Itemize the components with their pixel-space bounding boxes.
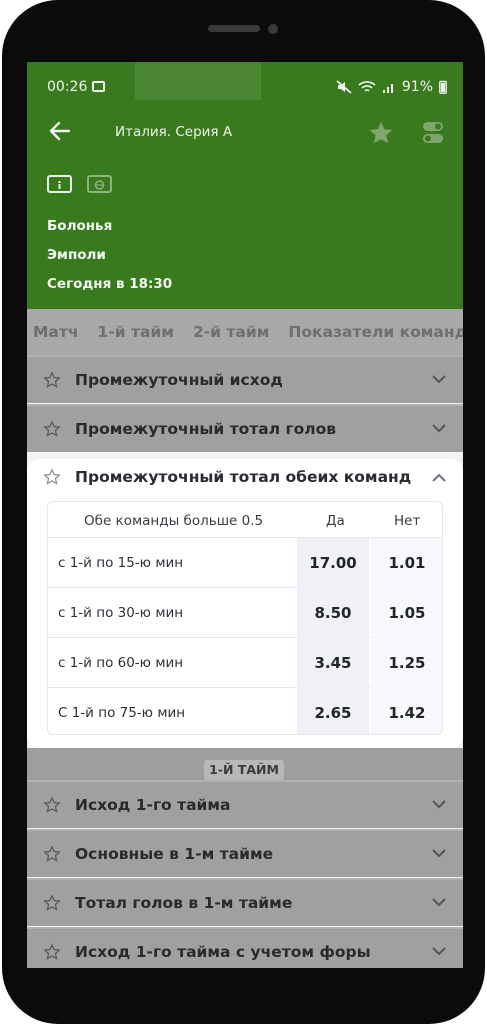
market-label: Исход 1-го тайма bbox=[75, 796, 231, 814]
market-label: Промежуточный исход bbox=[75, 371, 283, 389]
star-outline-icon[interactable] bbox=[43, 420, 61, 438]
info-view-icon[interactable] bbox=[47, 175, 72, 193]
favorite-star-icon[interactable] bbox=[367, 119, 395, 147]
market-row[interactable]: Основные в 1-м тайме bbox=[27, 829, 463, 877]
settings-toggles-icon[interactable] bbox=[423, 121, 443, 145]
star-outline-icon[interactable] bbox=[43, 845, 61, 863]
screen: 00:26 91% Италия. Серия А Болонья Эмполи… bbox=[27, 62, 463, 968]
row-label: с 1-й по 60-ю мин bbox=[58, 655, 184, 671]
match-header: 00:26 91% Италия. Серия А Болонья Эмполи… bbox=[27, 62, 463, 309]
table-row: С 1-й по 75-ю мин 2.65 1.42 bbox=[48, 688, 442, 734]
odd-yes-button[interactable]: 17.00 bbox=[297, 538, 369, 588]
chevron-down-icon bbox=[432, 375, 446, 384]
odd-no-button[interactable]: 1.42 bbox=[371, 688, 442, 734]
wifi-icon bbox=[358, 81, 376, 92]
market-label: Основные в 1-м тайме bbox=[75, 845, 274, 863]
odd-no-button[interactable]: 1.05 bbox=[371, 588, 442, 638]
row-label: с 1-й по 30-ю мин bbox=[58, 605, 184, 621]
table-row: с 1-й по 30-ю мин 8.50 1.05 bbox=[48, 588, 442, 638]
image-notification-icon bbox=[92, 81, 106, 92]
battery-icon bbox=[439, 80, 447, 94]
mute-icon bbox=[336, 80, 352, 94]
market-row[interactable]: Тотал голов в 1-м тайме bbox=[27, 878, 463, 926]
tab-second-half[interactable]: 2-й тайм bbox=[193, 323, 269, 341]
market-row[interactable]: Исход 1-го тайма с учетом форы bbox=[27, 927, 463, 968]
star-outline-icon[interactable] bbox=[43, 468, 61, 486]
blurred-area bbox=[135, 62, 261, 100]
away-team: Эмполи bbox=[47, 247, 106, 263]
market-label: Исход 1-го тайма с учетом форы bbox=[75, 943, 371, 961]
chevron-down-icon bbox=[432, 898, 446, 907]
odd-no-button[interactable]: 1.01 bbox=[371, 538, 442, 588]
view-switcher bbox=[47, 175, 112, 193]
market-label: Тотал голов в 1-м тайме bbox=[75, 894, 293, 912]
star-outline-icon[interactable] bbox=[43, 796, 61, 814]
market-tabs: Матч 1-й тайм 2-й тайм Показатели команд bbox=[27, 309, 463, 355]
tab-first-half[interactable]: 1-й тайм bbox=[98, 323, 174, 341]
market-row[interactable]: Исход 1-го тайма bbox=[27, 780, 463, 828]
star-outline-icon[interactable] bbox=[43, 894, 61, 912]
market-row[interactable]: Промежуточный исход bbox=[27, 355, 463, 403]
chevron-down-icon bbox=[432, 800, 446, 809]
battery-percent: 91% bbox=[401, 79, 433, 95]
chevron-up-icon[interactable] bbox=[431, 472, 447, 484]
odds-table: Обе команды больше 0.5 Да Нет с 1-й по 1… bbox=[47, 501, 443, 735]
market-row[interactable]: Промежуточный тотал голов bbox=[27, 404, 463, 452]
market-label: Промежуточный тотал голов bbox=[75, 420, 337, 438]
status-time: 00:26 bbox=[47, 79, 88, 95]
tab-team-stats[interactable]: Показатели команд bbox=[288, 323, 463, 341]
star-outline-icon[interactable] bbox=[43, 371, 61, 389]
odd-yes-button[interactable]: 8.50 bbox=[297, 588, 369, 638]
row-label: с 1-й по 15-ю мин bbox=[58, 555, 184, 571]
table-row: с 1-й по 15-ю мин 17.00 1.01 bbox=[48, 538, 442, 588]
signal-icon bbox=[382, 84, 393, 93]
chevron-down-icon bbox=[432, 947, 446, 956]
table-row: с 1-й по 60-ю мин 3.45 1.25 bbox=[48, 638, 442, 688]
odd-yes-button[interactable]: 3.45 bbox=[297, 638, 369, 688]
odds-table-header: Обе команды больше 0.5 Да Нет bbox=[48, 502, 442, 538]
speaker-grille bbox=[208, 25, 260, 32]
chevron-down-icon bbox=[432, 424, 446, 433]
chevron-down-icon bbox=[432, 849, 446, 858]
front-camera bbox=[268, 24, 278, 34]
home-team: Болонья bbox=[47, 218, 113, 234]
tab-match[interactable]: Матч bbox=[33, 323, 79, 341]
status-bar-left: 00:26 bbox=[47, 79, 106, 95]
top-app-bar: Италия. Серия А bbox=[27, 114, 463, 152]
expanded-market-card: Промежуточный тотал обеих команд Обе ком… bbox=[27, 459, 463, 748]
header-yes: Да bbox=[326, 513, 345, 529]
stats-view-icon[interactable] bbox=[87, 175, 112, 193]
row-label: С 1-й по 75-ю мин bbox=[58, 705, 186, 721]
section-badge: 1-Й ТАЙМ bbox=[204, 760, 284, 780]
back-arrow-icon[interactable] bbox=[47, 118, 73, 144]
status-bar-right: 91% bbox=[336, 79, 447, 95]
header-no: Нет bbox=[394, 513, 421, 529]
star-outline-icon[interactable] bbox=[43, 943, 61, 961]
odd-no-button[interactable]: 1.25 bbox=[371, 638, 442, 688]
match-start-time: Сегодня в 18:30 bbox=[47, 276, 173, 292]
market-label: Промежуточный тотал обеих команд bbox=[75, 468, 412, 486]
phone-frame: 00:26 91% Италия. Серия А Болонья Эмполи… bbox=[2, 0, 485, 1024]
league-title: Италия. Серия А bbox=[115, 124, 233, 140]
odd-yes-button[interactable]: 2.65 bbox=[297, 688, 369, 734]
header-outcome: Обе команды больше 0.5 bbox=[84, 513, 264, 529]
